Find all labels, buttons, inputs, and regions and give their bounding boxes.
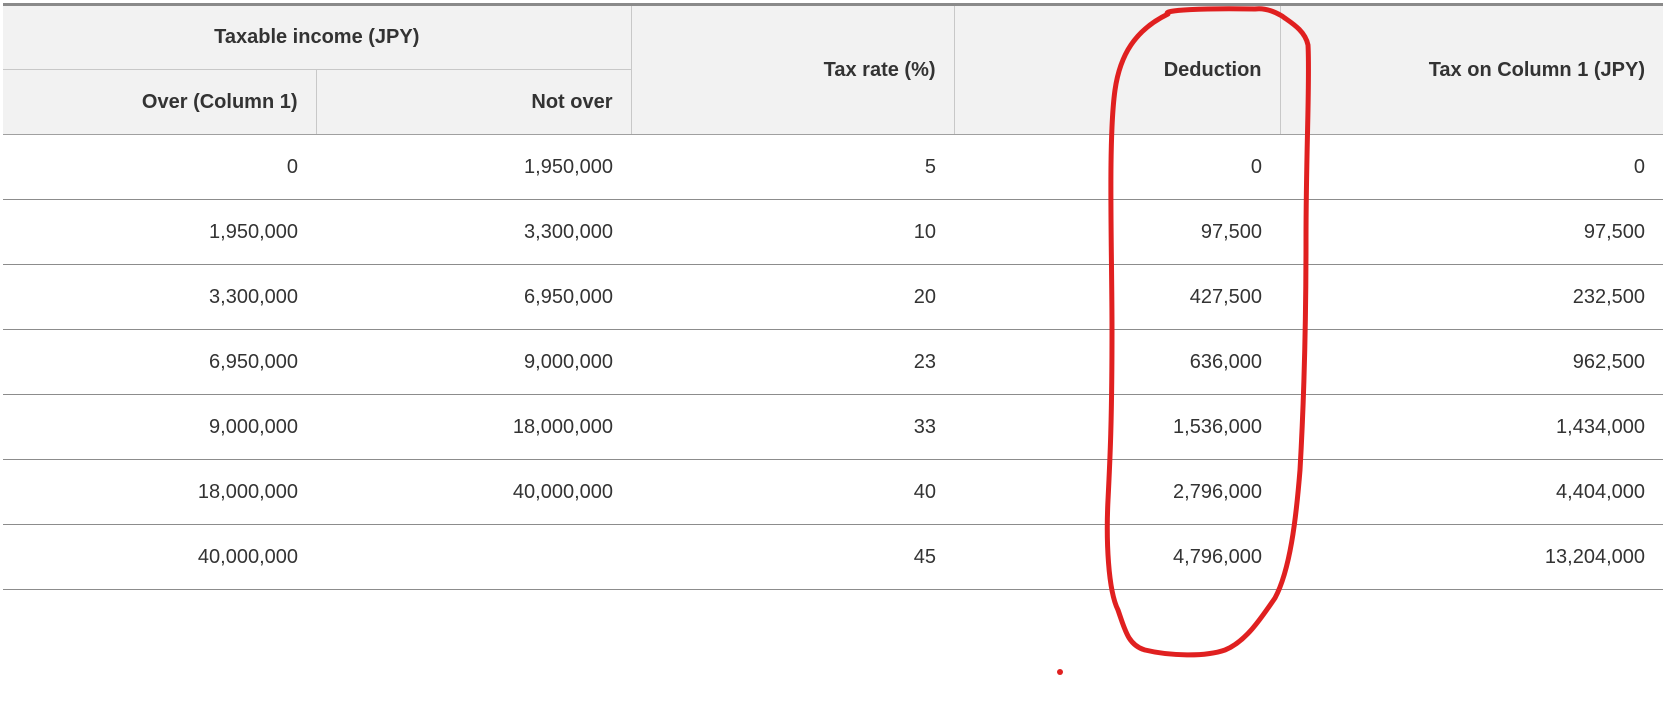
cell-over: 6,950,000 (3, 329, 316, 395)
cell-not-over: 40,000,000 (316, 459, 632, 525)
cell-not-over: 9,000,000 (316, 329, 632, 395)
cell-deduction: 1,536,000 (954, 394, 1281, 460)
cell-deduction: 97,500 (954, 199, 1281, 265)
table-row: 0 1,950,000 5 0 0 (3, 134, 1664, 200)
cell-tax: 97,500 (1280, 199, 1664, 265)
cell-tax-rate: 10 (631, 199, 955, 265)
header-row-top: Taxable income (JPY) Tax rate (%) Deduct… (3, 3, 1664, 135)
cell-over: 40,000,000 (3, 524, 316, 590)
tax-rate-table: Taxable income (JPY) Tax rate (%) Deduct… (3, 3, 1664, 590)
table-row: 1,950,000 3,300,000 10 97,500 97,500 (3, 199, 1664, 265)
cell-tax: 962,500 (1280, 329, 1664, 395)
cell-tax: 13,204,000 (1280, 524, 1664, 590)
cell-not-over: 18,000,000 (316, 394, 632, 460)
cell-tax-rate: 23 (631, 329, 955, 395)
cell-tax-rate: 20 (631, 264, 955, 330)
cell-not-over: 6,950,000 (316, 264, 632, 330)
cell-tax-rate: 33 (631, 394, 955, 460)
cell-tax-rate: 5 (631, 134, 955, 200)
cell-deduction: 4,796,000 (954, 524, 1281, 590)
cell-not-over (316, 524, 632, 590)
cell-tax: 232,500 (1280, 264, 1664, 330)
table-row: 40,000,000 45 4,796,000 13,204,000 (3, 524, 1664, 590)
cell-deduction: 2,796,000 (954, 459, 1281, 525)
header-not-over: Not over (316, 69, 632, 135)
table-body: 0 1,950,000 5 0 0 1,950,000 3,300,000 10… (3, 134, 1664, 590)
header-over: Over (Column 1) (3, 69, 317, 135)
header-deduction: Deduction (954, 3, 1281, 135)
cell-tax: 1,434,000 (1280, 394, 1664, 460)
header-tax-rate: Tax rate (%) (631, 3, 955, 135)
header-tax-on-column1: Tax on Column 1 (JPY) (1280, 3, 1664, 135)
cell-over: 1,950,000 (3, 199, 316, 265)
cell-over: 9,000,000 (3, 394, 316, 460)
cell-deduction: 636,000 (954, 329, 1281, 395)
table-row: 3,300,000 6,950,000 20 427,500 232,500 (3, 264, 1664, 330)
cell-deduction: 427,500 (954, 264, 1281, 330)
table-row: 9,000,000 18,000,000 33 1,536,000 1,434,… (3, 394, 1664, 460)
cell-deduction: 0 (954, 134, 1281, 200)
red-dot-mark (1057, 669, 1063, 675)
cell-not-over: 3,300,000 (316, 199, 632, 265)
cell-tax: 0 (1280, 134, 1664, 200)
cell-tax-rate: 40 (631, 459, 955, 525)
cell-tax-rate: 45 (631, 524, 955, 590)
cell-not-over: 1,950,000 (316, 134, 632, 200)
cell-over: 0 (3, 134, 316, 200)
table-header: Taxable income (JPY) Tax rate (%) Deduct… (3, 3, 1664, 135)
cell-over: 3,300,000 (3, 264, 316, 330)
table-row: 18,000,000 40,000,000 40 2,796,000 4,404… (3, 459, 1664, 525)
cell-over: 18,000,000 (3, 459, 316, 525)
header-taxable-income: Taxable income (JPY) (3, 3, 632, 70)
table-row: 6,950,000 9,000,000 23 636,000 962,500 (3, 329, 1664, 395)
cell-tax: 4,404,000 (1280, 459, 1664, 525)
